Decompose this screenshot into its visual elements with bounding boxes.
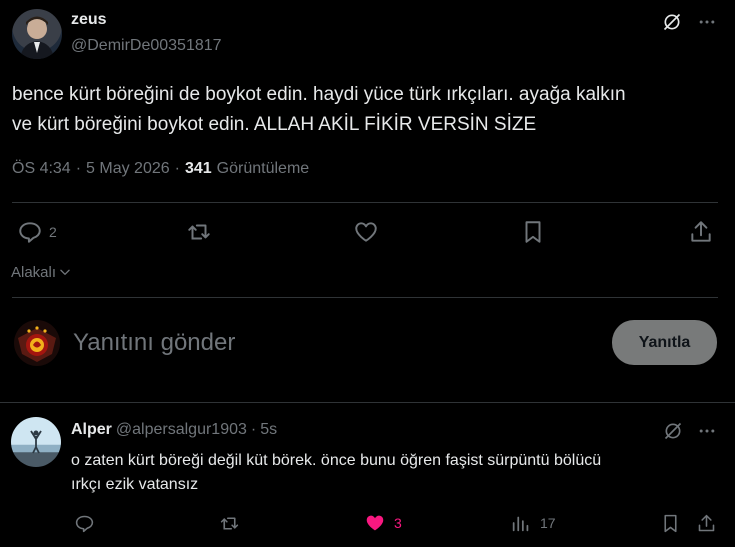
reply-author-handle[interactable]: @alpersalgur1903 (116, 421, 247, 439)
bookmark-icon (525, 221, 541, 243)
reply-retweet-button[interactable] (217, 512, 241, 534)
reply-grok-button[interactable] (661, 419, 685, 443)
meta-separator: · (250, 421, 257, 438)
reply-text-line-2: ırkçı ezik vatansız (71, 476, 199, 493)
reply-text-line-1: o zaten kürt böreği değil küt börek. önc… (71, 452, 602, 469)
grok-icon (664, 422, 682, 440)
reply-share-button[interactable] (694, 512, 718, 534)
like-filled-icon (366, 515, 384, 531)
reply-views-button[interactable]: 17 (510, 512, 556, 534)
post-date[interactable]: 5 May 2026 (86, 160, 170, 178)
view-count: 341 (184, 160, 212, 177)
reply-button[interactable]: 2 (17, 219, 57, 245)
reply-author-avatar[interactable] (11, 417, 61, 467)
grok-icon (663, 13, 681, 31)
reply-bookmark-button[interactable] (658, 512, 682, 534)
post-meta: ÖS 4:34 · 5 May 2026 · 341 Görüntüleme (12, 160, 309, 178)
team-crest-icon (18, 326, 56, 362)
retweet-icon (220, 516, 238, 530)
reply-text: o zaten kürt böreği değil küt börek. önc… (71, 449, 721, 497)
sort-label: Alakalı (11, 263, 57, 281)
meta-separator: · (174, 160, 180, 177)
bookmark-icon (663, 514, 677, 532)
reply-like-button[interactable]: 3 (364, 512, 402, 534)
share-icon (698, 514, 714, 531)
person-silhouette-icon (30, 430, 42, 454)
like-button[interactable] (352, 219, 380, 245)
post-text: bence kürt böreğini de boykot edin. hayd… (12, 80, 727, 140)
avatar-portrait-icon (20, 16, 54, 59)
author-name[interactable]: zeus (71, 11, 107, 29)
user-avatar[interactable] (14, 320, 60, 366)
reply-age[interactable]: 5s (260, 421, 277, 439)
chevron-down-icon (60, 269, 70, 275)
like-icon (355, 222, 377, 242)
reply-author-line: Alper @alpersalgur1903 · 5s (71, 421, 277, 439)
reply-author-name[interactable]: Alper (71, 421, 112, 439)
analytics-icon (512, 516, 529, 532)
reply-more-button[interactable] (695, 419, 719, 443)
more-icon (699, 429, 715, 433)
reply-reply-button[interactable] (72, 512, 96, 534)
submit-reply-button[interactable]: Yanıtla (612, 320, 717, 365)
share-button[interactable] (687, 219, 715, 245)
divider (12, 202, 718, 203)
more-button[interactable] (695, 10, 719, 34)
reply-icon (75, 515, 93, 532)
post-time[interactable]: ÖS 4:34 (12, 160, 71, 178)
post-text-line-1: bence kürt böreğini de boykot edin. hayd… (12, 84, 626, 105)
grok-button[interactable] (660, 10, 684, 34)
author-handle[interactable]: @DemirDe00351817 (71, 37, 222, 55)
reply-like-count: 3 (394, 515, 402, 531)
post-text-line-2: ve kürt böreğini boykot edin. ALLAH AKİL… (12, 114, 537, 135)
reply-view-count: 17 (540, 515, 556, 531)
meta-separator: · (75, 160, 82, 177)
divider (0, 402, 735, 403)
author-avatar[interactable] (12, 9, 62, 59)
reply-count: 2 (49, 224, 57, 240)
retweet-icon (188, 224, 210, 240)
divider (12, 297, 718, 298)
reply-input[interactable]: Yanıtını gönder (73, 329, 593, 359)
reply-icon (19, 222, 41, 243)
sort-dropdown[interactable]: Alakalı (11, 262, 72, 282)
view-label: Görüntüleme (216, 160, 310, 177)
retweet-button[interactable] (185, 219, 213, 245)
share-icon (691, 221, 711, 242)
bookmark-button[interactable] (519, 219, 547, 245)
more-icon (699, 20, 715, 24)
